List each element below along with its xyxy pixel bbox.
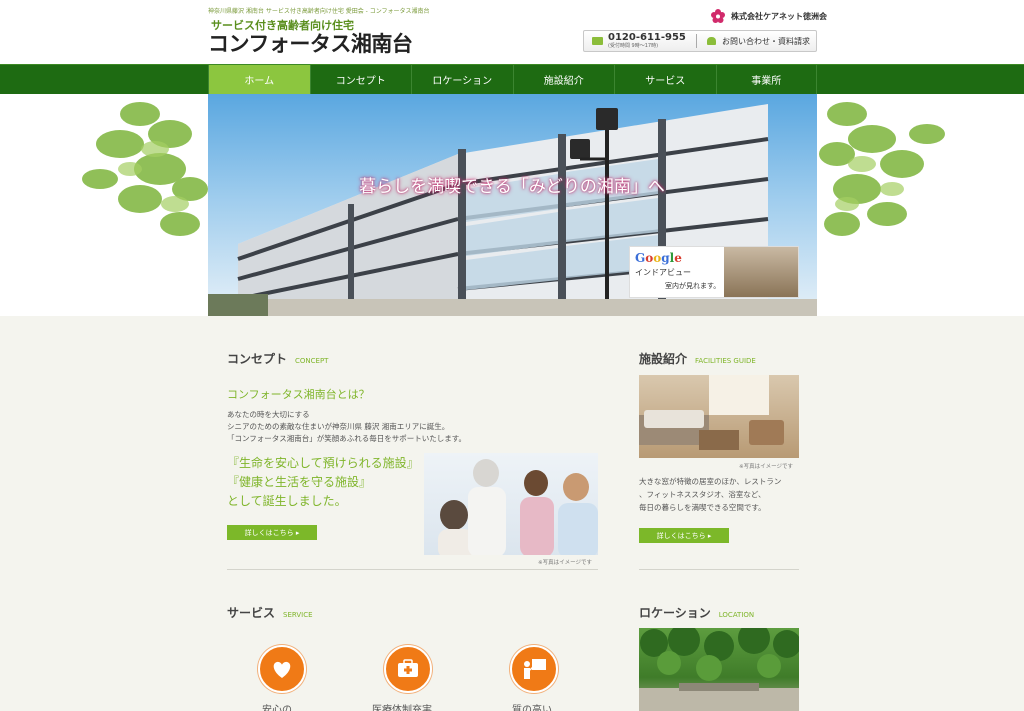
phone-icon — [592, 37, 603, 45]
concept-statement-line: として誕生しました。 — [227, 494, 347, 508]
google-logo: Google — [635, 251, 682, 265]
concept-photo — [424, 453, 598, 555]
service-item-care[interactable] — [258, 645, 306, 693]
facilities-description: 大きな窓が特徴の居室のほか、レストラン 、フィットネススタジオ、浴室など、 毎日… — [639, 475, 804, 514]
location-title: ロケーション — [639, 606, 711, 620]
park-photo-illustration — [639, 628, 799, 711]
google-indoor-view-banner[interactable]: Google インドアビュー 室内が見れます。 — [629, 246, 799, 298]
divider — [227, 569, 598, 570]
location-heading: ロケーション LOCATION — [639, 604, 754, 621]
inquiry-link[interactable]: お問い合わせ・資料請求 — [697, 36, 810, 47]
concept-title-en: CONCEPT — [295, 357, 329, 365]
inquiry-label: お問い合わせ・資料請求 — [722, 36, 810, 46]
concept-more-button[interactable]: 詳しくはこちら ▸ — [227, 525, 317, 540]
facilities-text-line: 、フィットネススタジオ、浴室など、 — [639, 490, 766, 499]
site-header: 神奈川県藤沢 湘南台 サービス付き高齢者向け住宅 愛田会 - コンフォータス湘南… — [0, 0, 1024, 64]
breadcrumb: 神奈川県藤沢 湘南台 サービス付き高齢者向け住宅 愛田会 - コンフォータス湘南… — [208, 8, 430, 15]
facilities-photo-note: ※写真はイメージです — [739, 464, 793, 470]
nav-item-concept[interactable]: コンセプト — [309, 65, 412, 94]
nav-item-home[interactable]: ホーム — [208, 65, 310, 94]
facilities-heading: 施設紹介 FACILITIES GUIDE — [639, 350, 756, 367]
facilities-text-line: 毎日の暮らしを満喫できる空間です。 — [639, 503, 766, 512]
concept-body-line: 「コンフォータス湘南台」が笑顔あふれる毎日をサポートいたします。 — [227, 434, 467, 443]
contact-box: 0120-611-955 (受付時間 9時〜17時) お問い合わせ・資料請求 — [583, 30, 817, 52]
service-item-medical[interactable] — [384, 645, 432, 693]
service-label-medical: 医療体制充実 — [372, 705, 432, 711]
indoor-view-caption: 室内が見れます。 — [665, 282, 721, 290]
service-title-en: SERVICE — [283, 611, 313, 619]
nav-item-service[interactable]: サービス — [614, 65, 716, 94]
concept-body-line: シニアのための素敵な住まいが神奈川県 藤沢 湘南エリアに誕生。 — [227, 422, 450, 431]
location-title-en: LOCATION — [718, 611, 755, 619]
phone-number-text: 0120-611-955 — [608, 32, 686, 43]
concept-question: コンフォータス湘南台とは？ — [227, 388, 370, 401]
service-item-quality[interactable] — [510, 645, 558, 693]
concept-heading: コンセプト CONCEPT — [227, 350, 328, 367]
concept-body: あなたの時を大切にする シニアのための素敵な住まいが神奈川県 藤沢 湘南エリアに… — [227, 409, 466, 445]
medical-kit-icon — [398, 659, 418, 677]
facilities-photo — [639, 375, 799, 458]
concept-photo-note: ※写真はイメージです — [538, 560, 592, 566]
heart-icon — [273, 661, 291, 678]
concept-statement: 『生命を安心して預けられる施設』 『健康と生活を守る施設』 として誕生しました。 — [227, 454, 419, 511]
facilities-title-en: FACILITIES GUIDE — [695, 357, 756, 365]
company-name: 株式会社ケアネット徳洲会 — [731, 11, 827, 21]
concept-statement-line: 『健康と生活を守る施設』 — [227, 475, 372, 489]
service-title: サービス — [227, 606, 276, 620]
location-photo — [639, 628, 799, 711]
global-nav: ホーム コンセプト ロケーション 施設紹介 サービス 事業所 — [0, 64, 1024, 94]
concept-statement-line: 『生命を安心して預けられる施設』 — [227, 456, 419, 470]
company-logo[interactable]: 株式会社ケアネット徳洲会 — [710, 8, 827, 24]
phone-number[interactable]: 0120-611-955 (受付時間 9時〜17時) — [584, 33, 696, 49]
nav-item-office[interactable]: 事業所 — [715, 65, 817, 94]
flower-logo-icon — [711, 9, 725, 23]
service-label-care: 安心の — [262, 705, 292, 711]
concept-body-line: あなたの時を大切にする — [227, 410, 310, 419]
facilities-more-button[interactable]: 詳しくはこちら ▸ — [639, 528, 729, 543]
nav-item-facilities[interactable]: 施設紹介 — [512, 65, 615, 94]
facilities-text-line: 大きな窓が特徴の居室のほか、レストラン — [639, 477, 782, 486]
divider — [639, 569, 799, 570]
page: 神奈川県藤沢 湘南台 サービス付き高齢者向け住宅 愛田会 - コンフォータス湘南… — [0, 0, 1024, 711]
facilities-title: 施設紹介 — [639, 352, 688, 366]
room-photo-illustration — [639, 375, 784, 450]
room-thumbnail — [724, 247, 798, 297]
service-heading: サービス SERVICE — [227, 604, 313, 621]
people-photo-illustration — [438, 459, 598, 555]
hero-catchphrase: 暮らしを満喫できる「みどりの湘南」へ — [359, 177, 665, 197]
service-label-quality: 質の高い — [512, 705, 552, 711]
concept-title: コンセプト — [227, 352, 288, 366]
mail-icon — [707, 37, 716, 45]
site-title-logo[interactable]: コンフォータス湘南台 — [208, 28, 413, 58]
phone-hours: (受付時間 9時〜17時) — [608, 43, 659, 49]
lecture-icon — [524, 659, 546, 679]
nav-item-location[interactable]: ロケーション — [411, 65, 513, 94]
indoor-view-label: インドアビュー — [635, 268, 691, 277]
